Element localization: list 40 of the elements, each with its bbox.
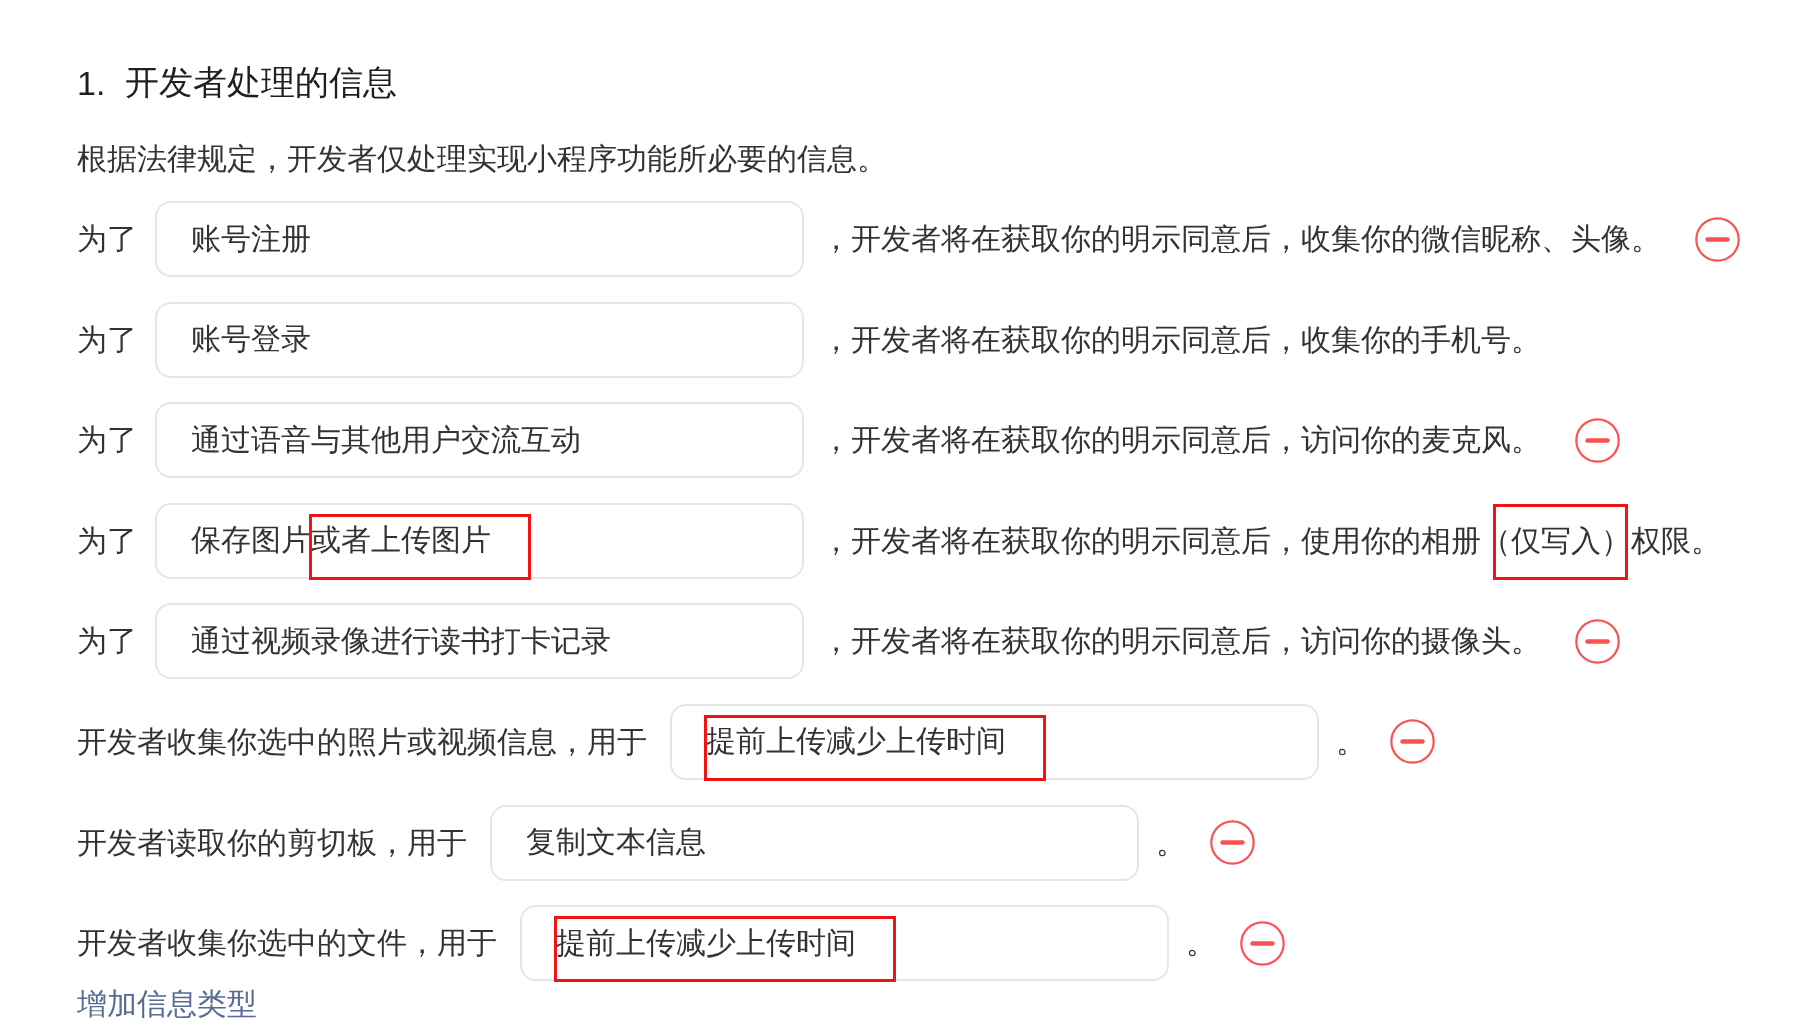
minus-circle-icon bbox=[1240, 920, 1285, 966]
purpose-label: 开发者收集你选中的文件，用于 bbox=[77, 925, 497, 962]
input-field[interactable]: 复制文本信息 bbox=[490, 804, 1139, 881]
input-field[interactable]: 账号登录 bbox=[155, 301, 804, 378]
input-field[interactable]: 提前上传减少上传时间 bbox=[670, 703, 1319, 780]
minus-circle-icon bbox=[1575, 618, 1620, 664]
input-field[interactable]: 通过视频录像进行读书打卡记录 bbox=[155, 603, 804, 680]
purpose-label: 为了 bbox=[77, 422, 137, 459]
input-field[interactable]: 提前上传减少上传时间 bbox=[520, 905, 1169, 982]
consent-text: 。 bbox=[1156, 824, 1186, 861]
minus-circle-icon bbox=[1695, 216, 1740, 262]
minus-circle-icon bbox=[1390, 719, 1435, 765]
consent-text: ，开发者将在获取你的明示同意后，访问你的麦克风。 bbox=[821, 422, 1541, 459]
consent-text: 。 bbox=[1336, 723, 1366, 760]
remove-button[interactable] bbox=[1210, 820, 1255, 866]
input-field[interactable]: 账号注册 bbox=[155, 201, 804, 277]
purpose-label: 开发者读取你的剪切板，用于 bbox=[77, 824, 467, 861]
section-title: 开发者处理的信息 bbox=[125, 62, 398, 103]
intro-text: 根据法律规定，开发者仅处理实现小程序功能所必要的信息。 bbox=[77, 141, 887, 177]
section-number: 1. bbox=[77, 63, 106, 103]
remove-button[interactable] bbox=[1695, 216, 1740, 262]
consent-text: ，开发者将在获取你的明示同意后，收集你的微信昵称、头像。 bbox=[821, 221, 1661, 257]
remove-button[interactable] bbox=[1240, 920, 1285, 966]
consent-text: 。 bbox=[1186, 925, 1216, 962]
remove-button[interactable] bbox=[1575, 417, 1620, 463]
minus-circle-icon bbox=[1210, 820, 1255, 866]
consent-text: ，开发者将在获取你的明示同意后，访问你的摄像头。 bbox=[821, 623, 1541, 660]
purpose-label: 为了 bbox=[77, 221, 137, 257]
purpose-label: 为了 bbox=[77, 623, 137, 660]
add-info-type-link[interactable]: 增加信息类型 bbox=[77, 987, 257, 1022]
purpose-label: 开发者收集你选中的照片或视频信息，用于 bbox=[77, 723, 647, 760]
remove-button[interactable] bbox=[1390, 719, 1435, 765]
purpose-label: 为了 bbox=[77, 321, 137, 358]
minus-circle-icon bbox=[1575, 417, 1620, 463]
consent-text: ，开发者将在获取你的明示同意后，收集你的手机号。 bbox=[821, 321, 1541, 358]
consent-text: ，开发者将在获取你的明示同意后，使用你的相册（仅写入）权限。 bbox=[821, 522, 1721, 559]
input-field[interactable]: 保存图片或者上传图片 bbox=[155, 502, 804, 579]
purpose-label: 为了 bbox=[77, 522, 137, 559]
remove-button[interactable] bbox=[1575, 618, 1620, 664]
input-field[interactable]: 通过语音与其他用户交流互动 bbox=[155, 402, 804, 479]
